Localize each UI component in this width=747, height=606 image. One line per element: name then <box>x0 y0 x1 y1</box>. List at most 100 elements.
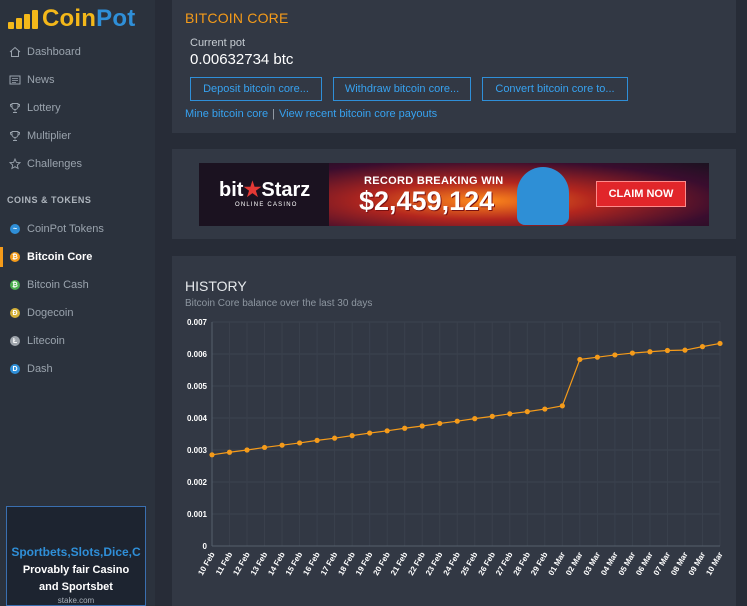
data-point <box>664 347 671 354</box>
banner-amount: $2,459,124 <box>359 186 495 216</box>
data-point <box>314 437 320 443</box>
nav-label: Challenges <box>27 158 83 170</box>
star-icon <box>9 158 21 170</box>
claim-now-button[interactable]: CLAIM NOW <box>596 181 686 207</box>
data-point <box>419 423 425 429</box>
y-tick-label: 0.003 <box>187 446 208 455</box>
y-tick-label: 0.007 <box>187 318 208 327</box>
coin-label: Litecoin <box>27 335 65 347</box>
pot-value: 0.00632734 btc <box>190 51 294 68</box>
link-separator: | <box>272 108 276 120</box>
logo-bars-icon <box>6 7 40 31</box>
x-tick-label: 10 Mar <box>704 551 724 577</box>
trophy-icon <box>9 102 21 114</box>
data-point <box>454 418 460 424</box>
coin-label: Dogecoin <box>27 307 74 319</box>
data-point <box>279 442 285 448</box>
mine-link[interactable]: Mine bitcoin core <box>185 108 268 120</box>
trophy-icon <box>9 130 21 142</box>
data-point <box>226 449 233 455</box>
data-point <box>472 416 478 422</box>
data-point <box>296 440 303 446</box>
ad-line-1: Sportbets,Slots,Dice,C <box>11 545 141 559</box>
coin-label: Bitcoin Core <box>27 251 93 263</box>
sidebar-item-coinpot-tokens[interactable]: ~ CoinPot Tokens <box>0 215 155 243</box>
nav-lottery[interactable]: Lottery <box>0 94 155 122</box>
y-tick-label: 0.002 <box>187 478 208 487</box>
bitcoin-icon: ₿ <box>10 252 20 262</box>
payouts-link[interactable]: View recent bitcoin core payouts <box>279 108 437 120</box>
data-point <box>577 356 583 363</box>
genie-image <box>517 167 569 225</box>
deposit-button[interactable]: Deposit bitcoin core... <box>190 77 322 101</box>
y-tick-label: 0.001 <box>187 510 208 519</box>
sidebar-item-dogecoin[interactable]: Ð Dogecoin <box>0 299 155 327</box>
data-point <box>699 344 706 350</box>
data-point <box>367 430 373 436</box>
series-line <box>211 342 721 456</box>
y-tick-label: 0.005 <box>187 382 208 391</box>
nav-label: News <box>27 74 55 86</box>
home-icon <box>9 46 21 58</box>
data-point <box>261 444 268 451</box>
coins-section-title: COINS & TOKENS <box>7 195 92 205</box>
page-title: BITCOIN CORE <box>185 10 289 26</box>
nav-label: Multiplier <box>27 130 72 142</box>
coin-label: Dash <box>27 363 53 375</box>
history-chart: 00.0010.0020.0030.0040.0050.0060.00710 F… <box>187 318 725 577</box>
app: CoinPot Dashboard News Lottery Multiplie… <box>0 0 747 606</box>
data-point <box>209 452 215 458</box>
data-point <box>437 420 443 427</box>
action-links: Mine bitcoin core | View recent bitcoin co… <box>185 108 437 120</box>
coin-label: CoinPot Tokens <box>27 223 104 235</box>
logo-text: CoinPot <box>42 5 136 32</box>
nav-dashboard[interactable]: Dashboard <box>0 38 155 66</box>
data-point <box>682 347 688 353</box>
coins-nav: ~ CoinPot Tokens ₿ Bitcoin Core ₿ Bitcoi… <box>0 215 155 383</box>
data-point <box>612 352 618 358</box>
main-nav: Dashboard News Lottery Multiplier Challe… <box>0 38 155 178</box>
news-icon <box>9 74 21 86</box>
data-point <box>524 409 530 415</box>
nav-news[interactable]: News <box>0 66 155 94</box>
data-point <box>542 406 548 412</box>
nav-label: Lottery <box>27 102 61 114</box>
data-point <box>594 354 600 360</box>
bitstarz-banner[interactable]: bit★Starz ONLINE CASINO RECORD BREAKING … <box>199 163 709 226</box>
data-point <box>559 403 565 409</box>
data-point <box>507 411 513 417</box>
withdraw-button[interactable]: Withdraw bitcoin core... <box>333 77 471 101</box>
y-tick-label: 0 <box>203 542 208 551</box>
pot-label: Current pot <box>190 37 246 49</box>
sidebar-item-dash[interactable]: D Dash <box>0 355 155 383</box>
data-point <box>402 425 408 431</box>
data-point <box>384 428 390 434</box>
data-point <box>349 433 355 439</box>
y-tick-label: 0.006 <box>187 350 208 359</box>
litecoin-icon: Ł <box>10 336 20 346</box>
bitcoin-cash-icon: ₿ <box>10 280 20 290</box>
sidebar-ad[interactable]: Sportbets,Slots,Dice,C Provably fair Cas… <box>6 506 146 606</box>
sidebar-item-bitcoin-cash[interactable]: ₿ Bitcoin Cash <box>0 271 155 299</box>
dash-icon: D <box>10 364 20 374</box>
convert-button[interactable]: Convert bitcoin core to... <box>482 77 628 101</box>
coin-label: Bitcoin Cash <box>27 279 89 291</box>
nav-multiplier[interactable]: Multiplier <box>0 122 155 150</box>
pot-card: BITCOIN CORE Current pot 0.00632734 btc … <box>172 0 736 133</box>
data-point <box>629 350 636 356</box>
sidebar-item-litecoin[interactable]: Ł Litecoin <box>0 327 155 355</box>
ad-line-4: stake.com <box>57 596 95 605</box>
data-point <box>647 349 653 355</box>
data-point <box>489 413 495 419</box>
dogecoin-icon: Ð <box>10 308 20 318</box>
y-tick-label: 0.004 <box>187 414 208 423</box>
banner-card: bit★Starz ONLINE CASINO RECORD BREAKING … <box>172 149 736 239</box>
nav-challenges[interactable]: Challenges <box>0 150 155 178</box>
history-subtitle: Bitcoin Core balance over the last 30 da… <box>185 298 373 309</box>
banner-subtitle: ONLINE CASINO <box>235 202 298 208</box>
data-point <box>332 435 338 441</box>
coinpot-logo[interactable]: CoinPot <box>6 4 135 34</box>
coinpot-tokens-icon: ~ <box>10 224 20 234</box>
sidebar-item-bitcoin-core[interactable]: ₿ Bitcoin Core <box>0 243 155 271</box>
history-title: HISTORY <box>185 278 247 294</box>
